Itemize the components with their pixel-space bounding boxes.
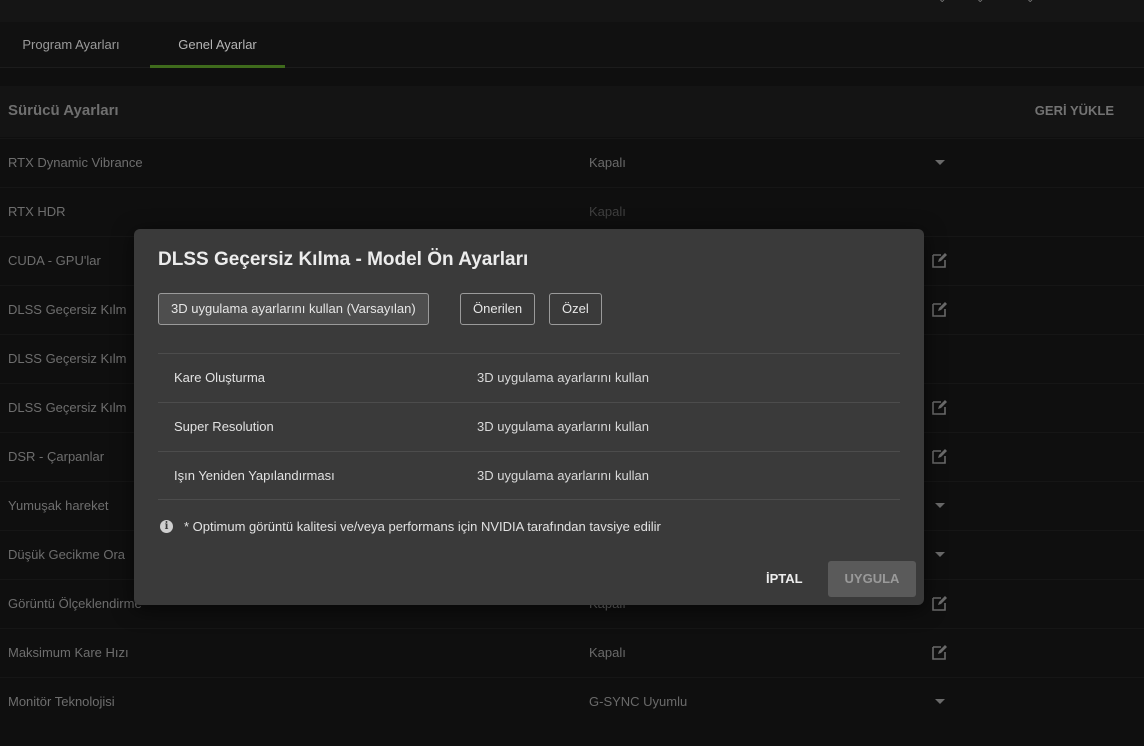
- setting-value: 3D uygulama ayarlarını kullan: [477, 468, 649, 483]
- dialog-title: DLSS Geçersiz Kılma - Model Ön Ayarları: [158, 249, 529, 270]
- edit-icon[interactable]: [931, 398, 949, 416]
- settings-row[interactable]: Maksimum Kare Hızı Kapalı: [0, 628, 1144, 677]
- tab-bar: Program Ayarları Genel Ayarlar: [0, 22, 1144, 68]
- edit-icon[interactable]: [931, 447, 949, 465]
- settings-row-label: DLSS Geçersiz Kılm: [8, 302, 127, 317]
- edit-icon[interactable]: [931, 594, 949, 612]
- dlss-override-dialog: DLSS Geçersiz Kılma - Model Ön Ayarları …: [134, 229, 924, 605]
- settings-row[interactable]: RTX Dynamic Vibrance Kapalı: [0, 138, 1144, 187]
- setting-value: 3D uygulama ayarlarını kullan: [477, 419, 649, 434]
- setting-row: Kare Oluşturma 3D uygulama ayarlarını ku…: [158, 353, 900, 402]
- setting-name: Super Resolution: [174, 419, 274, 434]
- settings-row-label: CUDA - GPU'lar: [8, 253, 101, 268]
- close-icon[interactable]: ⌄: [1026, 0, 1038, 5]
- settings-row-label: Maksimum Kare Hızı: [8, 645, 129, 660]
- chevron-down-icon[interactable]: [935, 503, 945, 508]
- settings-row[interactable]: Monitör Teknolojisi G-SYNC Uyumlu: [0, 677, 1144, 726]
- setting-row: Super Resolution 3D uygulama ayarlarını …: [158, 402, 900, 451]
- edit-icon[interactable]: [931, 643, 949, 661]
- tab-program-settings[interactable]: Program Ayarları: [8, 22, 134, 68]
- setting-name: Kare Oluşturma: [174, 370, 266, 385]
- title-bar: ⌄ ⌄ ⌄: [0, 0, 1144, 22]
- edit-icon[interactable]: [931, 300, 949, 318]
- tab-general-settings[interactable]: Genel Ayarlar: [150, 22, 285, 68]
- settings-row-label: DLSS Geçersiz Kılm: [8, 351, 127, 366]
- setting-name: Işın Yeniden Yapılandırması: [174, 468, 335, 483]
- info-icon: i: [160, 520, 173, 533]
- cancel-button[interactable]: İPTAL: [766, 571, 803, 586]
- settings-row-value: G-SYNC Uyumlu: [589, 694, 688, 709]
- settings-row-label: DSR - Çarpanlar: [8, 449, 105, 464]
- settings-row-label: Düşük Gecikme Ora: [8, 547, 126, 562]
- note-text: * Optimum görüntü kalitesi ve/veya perfo…: [184, 519, 661, 534]
- tab-label: Genel Ayarlar: [178, 37, 257, 52]
- apply-button[interactable]: UYGULA: [828, 561, 916, 597]
- settings-row-label: Yumuşak hareket: [8, 498, 109, 513]
- edit-icon[interactable]: [931, 251, 949, 269]
- preset-recommended-button[interactable]: Önerilen: [460, 293, 536, 325]
- minimize-icon[interactable]: ⌄: [938, 0, 950, 5]
- preset-default-button[interactable]: 3D uygulama ayarlarını kullan (Varsayıla…: [158, 293, 429, 325]
- chevron-down-icon[interactable]: [935, 160, 945, 165]
- chevron-down-icon[interactable]: [935, 552, 945, 557]
- settings-row-label: RTX HDR: [8, 204, 66, 219]
- settings-row-label: DLSS Geçersiz Kılm: [8, 400, 127, 415]
- reset-button[interactable]: GERİ YÜKLE: [1035, 103, 1114, 118]
- section-title: Sürücü Ayarları: [8, 102, 119, 119]
- settings-row-value: Kapalı: [589, 645, 626, 660]
- setting-value: 3D uygulama ayarlarını kullan: [477, 370, 649, 385]
- driver-settings-header: Sürücü Ayarları GERİ YÜKLE: [0, 86, 1144, 137]
- settings-row-label: RTX Dynamic Vibrance: [8, 155, 143, 170]
- settings-row-label: Monitör Teknolojisi: [8, 694, 115, 709]
- preset-custom-button[interactable]: Özel: [549, 293, 602, 325]
- settings-row-value: Kapalı: [589, 155, 626, 170]
- setting-row: Işın Yeniden Yapılandırması 3D uygulama …: [158, 451, 900, 500]
- settings-row-value: Kapalı: [589, 204, 626, 219]
- chevron-down-icon[interactable]: [935, 699, 945, 704]
- tab-label: Program Ayarları: [22, 37, 120, 52]
- settings-row-label: Görüntü Ölçeklendirme: [8, 596, 142, 611]
- maximize-icon[interactable]: ⌄: [976, 0, 988, 5]
